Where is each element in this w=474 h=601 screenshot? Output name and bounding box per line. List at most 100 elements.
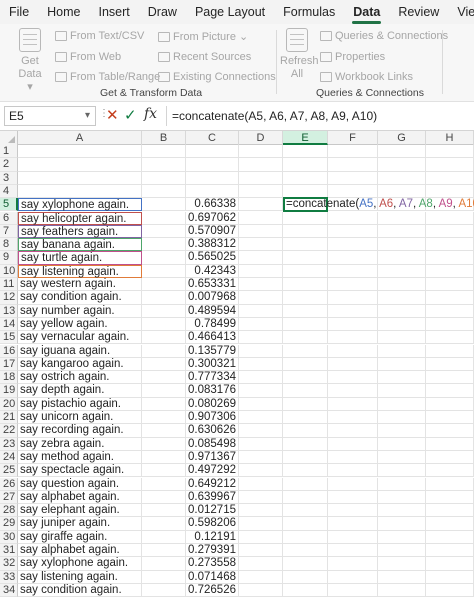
cell-g[interactable]	[378, 211, 426, 225]
cell-a[interactable]	[18, 158, 142, 172]
cell-g[interactable]	[378, 371, 426, 385]
cell-d[interactable]	[239, 198, 283, 212]
cell-e[interactable]	[283, 490, 328, 505]
tab-view[interactable]: View	[448, 0, 474, 24]
cell-f[interactable]	[328, 371, 378, 385]
cell-c[interactable]: 0.777334	[186, 371, 239, 385]
formula-input[interactable]: =concatenate(A5, A6, A7, A8, A9, A10)	[166, 106, 474, 126]
tab-page-layout[interactable]: Page Layout	[186, 0, 274, 24]
column-header-d[interactable]: D	[239, 131, 283, 145]
cell-g[interactable]	[378, 184, 426, 199]
cell-e[interactable]	[283, 450, 328, 465]
cell-f[interactable]	[328, 357, 378, 372]
tab-draw[interactable]: Draw	[139, 0, 186, 24]
cell-a[interactable]: say alphabet again.	[18, 544, 142, 558]
cell-d[interactable]	[239, 344, 283, 358]
cell-b[interactable]	[142, 278, 186, 292]
cell-h[interactable]	[426, 504, 474, 518]
cell-c[interactable]: 0.489594	[186, 304, 239, 318]
cell-e[interactable]	[283, 570, 328, 584]
cell-e[interactable]	[283, 517, 328, 531]
enter-icon[interactable]: ✓	[124, 106, 137, 124]
cell-c[interactable]: 0.080269	[186, 397, 239, 411]
row-header[interactable]: 21	[0, 411, 18, 425]
cell-g[interactable]	[378, 544, 426, 558]
cell-e[interactable]	[283, 158, 328, 172]
row-header[interactable]: 25	[0, 464, 18, 478]
cell-d[interactable]	[239, 490, 283, 505]
cell-b[interactable]	[142, 530, 186, 544]
row-header[interactable]: 34	[0, 583, 18, 598]
cell-d[interactable]	[239, 557, 283, 571]
cancel-icon[interactable]: ✕	[106, 106, 119, 124]
cell-b[interactable]	[142, 304, 186, 318]
cell-f[interactable]	[328, 464, 378, 478]
cell-c[interactable]: 0.273558	[186, 557, 239, 571]
cell-a[interactable]: say unicorn again.	[18, 411, 142, 425]
cell-d[interactable]	[239, 437, 283, 451]
cell-c[interactable]: 0.907306	[186, 411, 239, 425]
cell-d[interactable]	[239, 238, 283, 252]
cell-d[interactable]	[239, 397, 283, 411]
cell-c[interactable]	[186, 184, 239, 199]
row-header[interactable]: 33	[0, 570, 18, 584]
cell-d[interactable]	[239, 304, 283, 318]
cell-f[interactable]	[328, 504, 378, 518]
cell-f[interactable]	[328, 158, 378, 172]
row-header[interactable]: 6	[0, 211, 18, 225]
cell-a[interactable]: say banana again.	[18, 238, 142, 252]
cell-e[interactable]	[283, 184, 328, 199]
cell-f[interactable]	[328, 291, 378, 305]
cell-h[interactable]	[426, 264, 474, 278]
tab-insert[interactable]: Insert	[90, 0, 139, 24]
cell-a[interactable]: say helicopter again.	[18, 211, 142, 225]
cell-f[interactable]	[328, 278, 378, 292]
cell-h[interactable]	[426, 291, 474, 305]
row-header[interactable]: 1	[0, 145, 18, 159]
cell-c[interactable]: 0.66338	[186, 198, 239, 212]
cell-a[interactable]	[18, 171, 142, 185]
row-header[interactable]: 17	[0, 357, 18, 372]
cell-h[interactable]	[426, 530, 474, 544]
cell-b[interactable]	[142, 331, 186, 345]
cell-h[interactable]	[426, 171, 474, 185]
cell-h[interactable]	[426, 224, 474, 239]
cell-e[interactable]	[283, 304, 328, 318]
row-header[interactable]: 24	[0, 450, 18, 465]
chevron-down-icon[interactable]: ▾	[85, 107, 90, 125]
cell-e[interactable]	[283, 544, 328, 558]
cell-c[interactable]: 0.071468	[186, 570, 239, 584]
queries-connections-button[interactable]: Queries & Connections	[320, 30, 448, 42]
cell-h[interactable]	[426, 490, 474, 505]
cell-f[interactable]	[328, 530, 378, 544]
cell-a[interactable]: say xylophone again.	[18, 557, 142, 571]
cell-a[interactable]: say yellow again.	[18, 317, 142, 332]
from-table-range-button[interactable]: From Table/Range	[55, 71, 160, 83]
row-header[interactable]: 5	[0, 198, 18, 212]
name-box[interactable]: E5 ▾	[4, 106, 96, 126]
cell-a[interactable]: say condition again.	[18, 291, 142, 305]
cell-f[interactable]	[328, 331, 378, 345]
cell-b[interactable]	[142, 224, 186, 239]
cell-b[interactable]	[142, 583, 186, 598]
cell-h[interactable]	[426, 211, 474, 225]
row-header[interactable]: 12	[0, 291, 18, 305]
column-header-a[interactable]: A	[18, 131, 142, 145]
cell-a[interactable]: say alphabet again.	[18, 490, 142, 505]
cell-b[interactable]	[142, 464, 186, 478]
cell-g[interactable]	[378, 530, 426, 544]
cell-a[interactable]: say xylophone again.	[18, 198, 142, 212]
row-header[interactable]: 2	[0, 158, 18, 172]
cell-h[interactable]	[426, 158, 474, 172]
cell-b[interactable]	[142, 291, 186, 305]
cell-g[interactable]	[378, 344, 426, 358]
cell-e[interactable]	[283, 384, 328, 398]
cell-d[interactable]	[239, 464, 283, 478]
cell-h[interactable]	[426, 304, 474, 318]
cell-h[interactable]	[426, 450, 474, 465]
cell-g[interactable]	[378, 411, 426, 425]
column-header-f[interactable]: F	[328, 131, 378, 145]
column-header-h[interactable]: H	[426, 131, 474, 145]
cell-g[interactable]	[378, 158, 426, 172]
cell-h[interactable]	[426, 544, 474, 558]
